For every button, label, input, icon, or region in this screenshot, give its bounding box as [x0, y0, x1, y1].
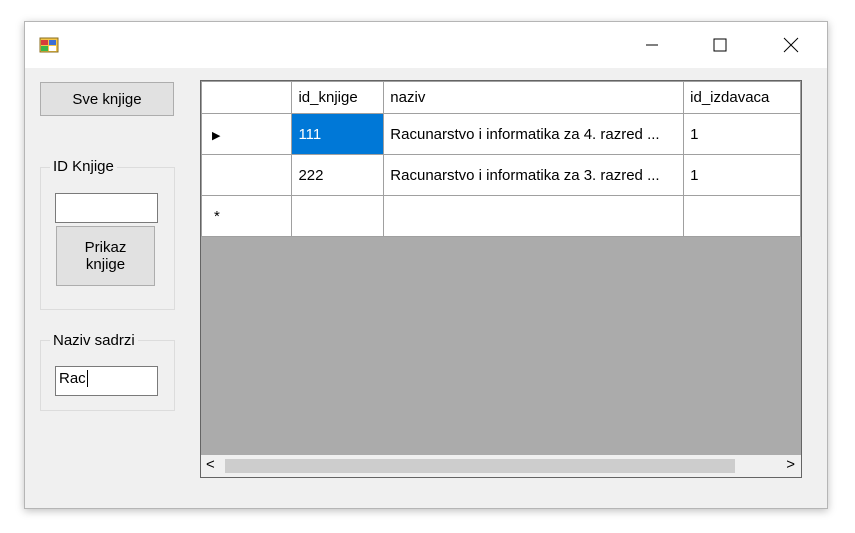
close-button[interactable]	[768, 22, 814, 68]
name-contains-input[interactable]: Rac	[55, 366, 158, 396]
table-row[interactable]: 222 Racunarstvo i informatika za 3. razr…	[201, 154, 801, 196]
header-row: id_knjige naziv id_izdavaca	[201, 81, 801, 114]
cell-id-knjige[interactable]	[291, 195, 385, 237]
text-caret	[86, 370, 88, 387]
cell-id-knjige[interactable]: 111	[291, 113, 385, 155]
row-header-cell[interactable]: ▶	[201, 113, 293, 155]
column-header-naziv[interactable]: naziv	[383, 81, 685, 114]
horizontal-scrollbar[interactable]: < >	[201, 455, 801, 477]
app-window-icon	[39, 37, 59, 53]
id-group-title: ID Knjige	[50, 158, 117, 175]
row-header-cell[interactable]	[201, 154, 293, 196]
row-header-cell[interactable]: *	[201, 195, 293, 237]
cell-id-izdavaca[interactable]	[683, 195, 801, 237]
cell-naziv[interactable]	[383, 195, 685, 237]
maximize-button[interactable]	[697, 22, 743, 68]
name-contains-value: Rac	[59, 370, 86, 387]
scroll-left-icon[interactable]: <	[206, 456, 215, 473]
column-header-id-izdavaca[interactable]: id_izdavaca	[683, 81, 801, 114]
all-books-button[interactable]: Sve knjige	[40, 82, 174, 116]
all-books-button-label: Sve knjige	[72, 90, 142, 108]
name-group-title: Naziv sadrzi	[50, 332, 138, 349]
new-row-icon: *	[214, 207, 220, 225]
table-row[interactable]: ▶ 111 Racunarstvo i informatika za 4. ra…	[201, 113, 801, 155]
title-bar[interactable]	[25, 22, 827, 68]
column-header-id-knjige[interactable]: id_knjige	[291, 81, 385, 114]
maximize-icon	[713, 38, 727, 52]
corner-header-cell[interactable]	[201, 81, 293, 114]
cell-naziv[interactable]: Racunarstvo i informatika za 4. razred .…	[383, 113, 685, 155]
books-data-grid[interactable]: id_knjige naziv id_izdavaca ▶ 111 Racuna…	[200, 80, 802, 478]
new-row[interactable]: *	[201, 195, 801, 237]
minimize-button[interactable]	[629, 22, 675, 68]
show-book-button-label: Prikaz knjige	[84, 239, 127, 273]
scroll-right-icon[interactable]: >	[786, 456, 795, 473]
show-book-button[interactable]: Prikaz knjige	[56, 226, 155, 286]
cell-id-knjige[interactable]: 222	[291, 154, 385, 196]
cell-id-izdavaca[interactable]: 1	[683, 154, 801, 196]
main-window: Sve knjige ID Knjige Prikaz knjige Naziv…	[24, 21, 828, 509]
cell-id-izdavaca[interactable]: 1	[683, 113, 801, 155]
close-icon	[783, 37, 799, 53]
current-row-icon: ▶	[212, 129, 221, 142]
scrollbar-thumb[interactable]	[225, 459, 735, 473]
minimize-icon	[646, 44, 658, 46]
id-input[interactable]	[55, 193, 158, 223]
cell-naziv[interactable]: Racunarstvo i informatika za 3. razred .…	[383, 154, 685, 196]
books-table: id_knjige naziv id_izdavaca ▶ 111 Racuna…	[201, 81, 801, 237]
